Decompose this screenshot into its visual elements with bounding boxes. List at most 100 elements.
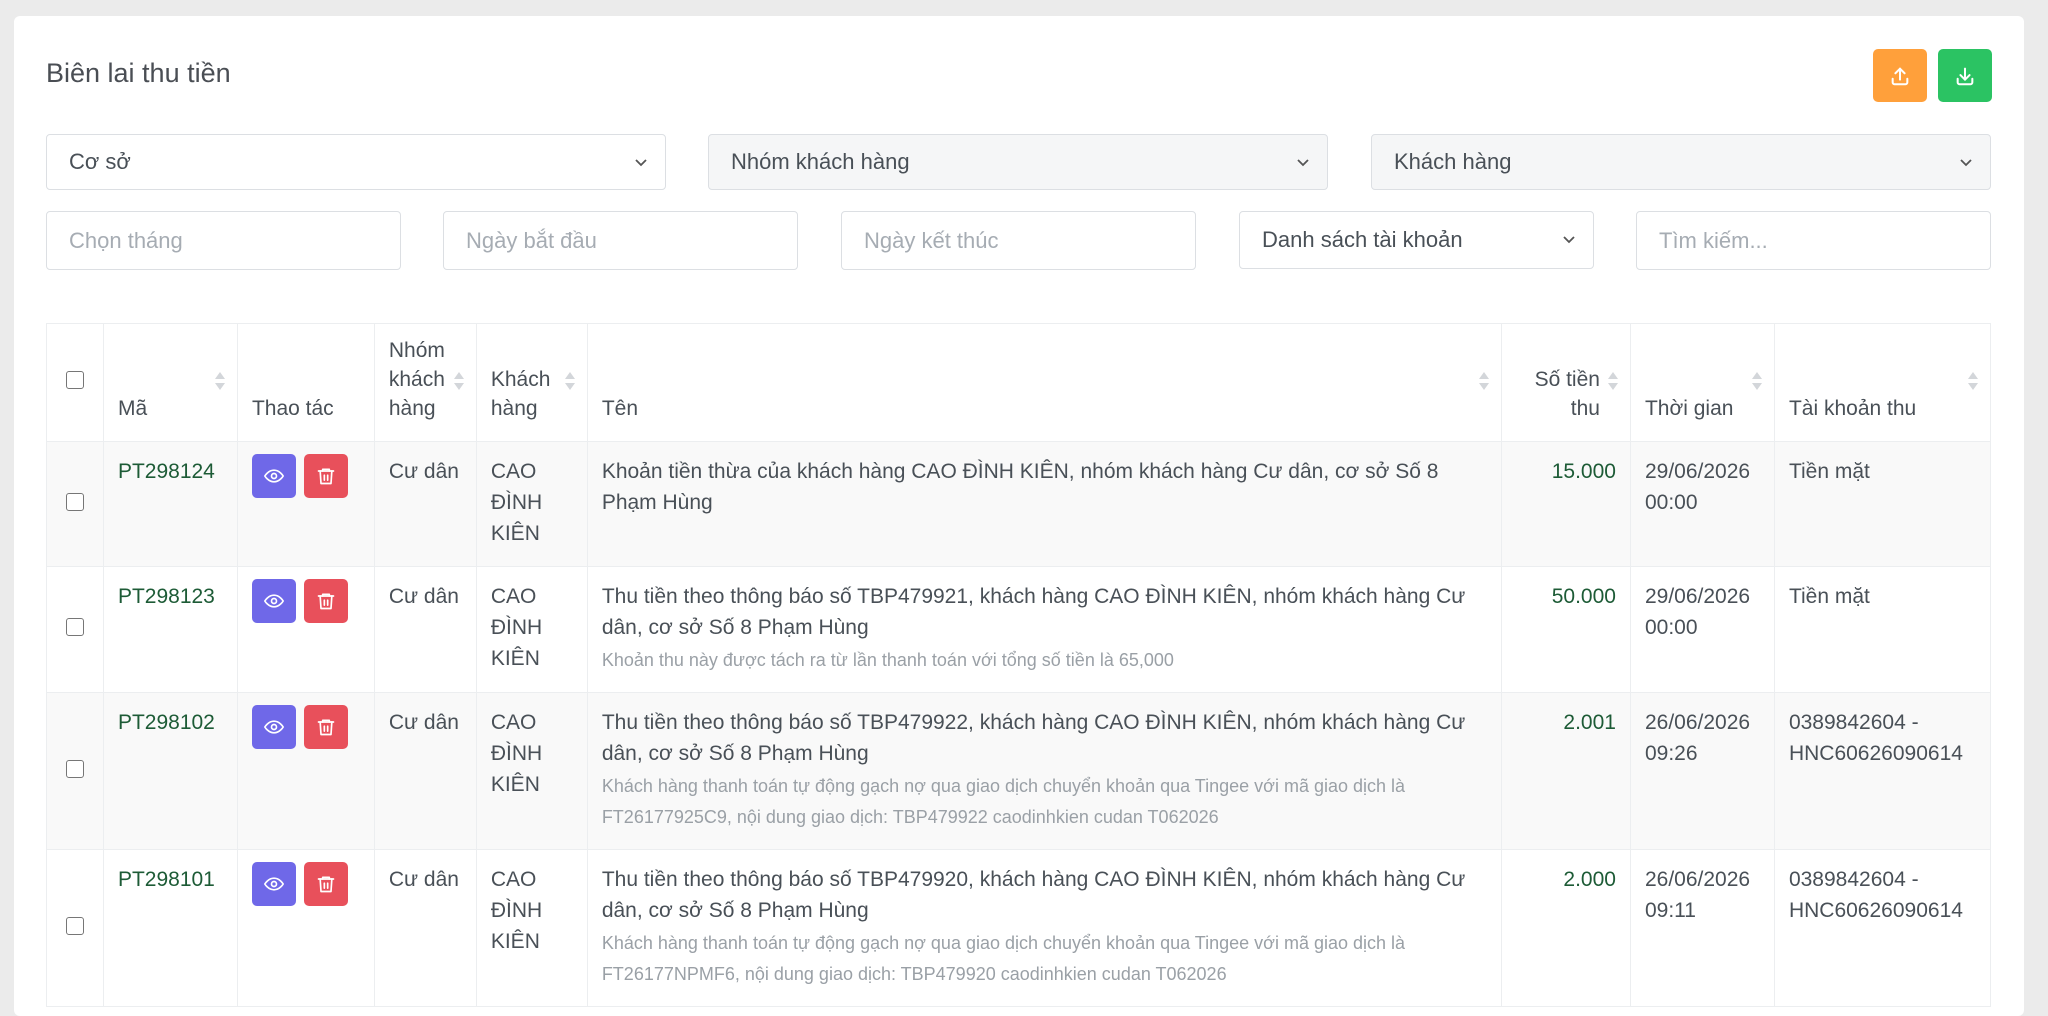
table-row: PT298102 Cư dân CAO ĐÌNH KIÊN Thu tiền t… — [46, 692, 1992, 850]
month-input-placeholder: Chọn tháng — [69, 227, 183, 253]
receipt-time: 00:00 — [1644, 491, 1698, 514]
end-date-input[interactable]: Ngày kết thúc — [841, 211, 1196, 270]
search-input[interactable]: Tìm kiếm... — [1636, 211, 1991, 270]
header-code[interactable]: Mã — [102, 323, 238, 442]
row-actions — [236, 566, 375, 693]
sort-icon — [1968, 372, 1978, 390]
account-cell: 0389842604 - HNC60626090614 — [1773, 692, 1992, 850]
eye-icon — [263, 877, 284, 891]
month-input[interactable]: Chọn tháng — [46, 211, 401, 270]
row-checkbox[interactable] — [65, 759, 84, 778]
time-cell: 29/06/2026 00:00 — [1629, 441, 1775, 567]
customer-group-select[interactable]: Nhóm khách hàng — [708, 134, 1328, 190]
name-cell: Thu tiền theo thông báo số TBP479922, kh… — [586, 692, 1503, 850]
receipt-code[interactable]: PT298102 — [102, 692, 238, 850]
delete-button[interactable] — [303, 705, 348, 749]
chevron-down-icon — [635, 159, 647, 167]
view-button[interactable] — [251, 579, 296, 623]
trash-icon — [317, 468, 335, 485]
header-customer-group-line3: hàng — [388, 397, 436, 420]
delete-button[interactable] — [303, 454, 348, 498]
table-row: PT298123 Cư dân CAO ĐÌNH KIÊN Thu tiền t… — [46, 566, 1992, 693]
receipt-code[interactable]: PT298123 — [102, 566, 238, 693]
row-actions — [236, 849, 375, 1007]
customer-cell: CAO ĐÌNH KIÊN — [475, 566, 588, 693]
download-button[interactable] — [1938, 49, 1992, 102]
sort-icon — [1479, 372, 1490, 390]
receipt-note: Khoản thu này được tách ra từ lần thanh … — [601, 650, 1174, 670]
header-actions: Thao tác — [236, 323, 375, 442]
sort-icon — [1751, 372, 1762, 390]
receipt-date: 29/06/2026 — [1644, 460, 1751, 483]
header-customer-line1: Khách — [490, 368, 551, 391]
receipt-time: 00:00 — [1644, 616, 1698, 639]
receipt-date: 26/06/2026 — [1644, 711, 1751, 734]
receipt-code[interactable]: PT298101 — [102, 849, 238, 1007]
receipt-name: Thu tiền theo thông báo số TBP479922, kh… — [601, 711, 1466, 765]
account-line1: Tiền mặt — [1788, 585, 1870, 608]
header-account-label: Tài khoản thu — [1788, 397, 1917, 420]
select-all-checkbox[interactable] — [65, 371, 84, 389]
receipt-code[interactable]: PT298124 — [102, 441, 238, 567]
customer-group-cell: Cư dân — [373, 692, 477, 850]
row-checkbox[interactable] — [65, 492, 84, 511]
receipt-name: Thu tiền theo thông báo số TBP479920, kh… — [601, 868, 1466, 922]
header-name[interactable]: Tên — [586, 323, 1503, 442]
receipt-time: 09:11 — [1644, 899, 1696, 922]
header-customer-group[interactable]: Nhóm khách hàng — [373, 323, 477, 442]
receipt-date: 26/06/2026 — [1644, 868, 1751, 891]
receipt-time: 09:26 — [1644, 742, 1698, 765]
header-account[interactable]: Tài khoản thu — [1773, 323, 1992, 442]
row-select-cell — [46, 566, 104, 693]
customer-cell: CAO ĐÌNH KIÊN — [475, 849, 588, 1007]
search-input-placeholder: Tìm kiếm... — [1659, 227, 1768, 253]
delete-button[interactable] — [303, 579, 348, 623]
facility-select[interactable]: Cơ sở — [46, 134, 666, 190]
receipt-note: Khách hàng thanh toán tự động gạch nợ qu… — [601, 776, 1406, 827]
customer-group-cell: Cư dân — [373, 441, 477, 567]
receipt-name: Khoản tiền thừa của khách hàng CAO ĐÌNH … — [601, 460, 1439, 514]
account-cell: Tiền mặt — [1773, 441, 1992, 567]
header-amount[interactable]: Số tiền thu — [1501, 323, 1631, 442]
customer-cell: CAO ĐÌNH KIÊN — [475, 441, 588, 567]
header-time[interactable]: Thời gian — [1629, 323, 1775, 442]
view-button[interactable] — [251, 454, 296, 498]
account-list-select[interactable]: Danh sách tài khoản — [1239, 211, 1594, 269]
name-cell: Thu tiền theo thông báo số TBP479921, kh… — [586, 566, 1503, 693]
sort-icon — [564, 372, 575, 390]
customer-group-cell: Cư dân — [373, 566, 477, 693]
view-button[interactable] — [251, 705, 296, 749]
export-button[interactable] — [1873, 49, 1927, 102]
view-button[interactable] — [251, 862, 296, 906]
account-line1: 0389842604 - — [1788, 711, 1919, 734]
chevron-down-icon — [1563, 236, 1575, 244]
customer-group-cell: Cư dân — [373, 849, 477, 1007]
row-checkbox[interactable] — [65, 916, 84, 935]
start-date-placeholder: Ngày bắt đầu — [466, 227, 597, 253]
receipts-table: Mã Thao tác Nhóm khách hàng Khách hàng T… — [46, 323, 1992, 1007]
customer-group-select-value: Nhóm khách hàng — [731, 149, 910, 174]
header-actions-label: Thao tác — [251, 397, 334, 420]
table-row: PT298124 Cư dân CAO ĐÌNH KIÊN Khoản tiền… — [46, 441, 1992, 567]
chevron-down-icon — [1297, 159, 1309, 167]
amount-cell: 2.000 — [1501, 849, 1631, 1007]
header-time-label: Thời gian — [1644, 397, 1734, 420]
receipt-name: Thu tiền theo thông báo số TBP479921, kh… — [601, 585, 1466, 639]
row-actions — [236, 692, 375, 850]
delete-button[interactable] — [303, 862, 348, 906]
row-checkbox[interactable] — [65, 618, 84, 636]
account-line1: Tiền mặt — [1788, 460, 1870, 483]
facility-select-value: Cơ sở — [69, 149, 131, 174]
account-cell: Tiền mặt — [1773, 566, 1992, 693]
start-date-input[interactable]: Ngày bắt đầu — [443, 211, 798, 270]
header-amount-line2: thu — [1570, 397, 1600, 420]
eye-icon — [263, 469, 284, 483]
amount-cell: 15.000 — [1501, 441, 1631, 567]
header-customer-group-line1: Nhóm — [388, 339, 445, 362]
trash-icon — [317, 593, 335, 610]
header-customer[interactable]: Khách hàng — [475, 323, 588, 442]
account-line1: 0389842604 - — [1788, 868, 1919, 891]
account-list-select-value: Danh sách tài khoản — [1262, 227, 1463, 252]
account-line2: HNC60626090614 — [1788, 899, 1963, 922]
customer-select[interactable]: Khách hàng — [1371, 134, 1991, 190]
